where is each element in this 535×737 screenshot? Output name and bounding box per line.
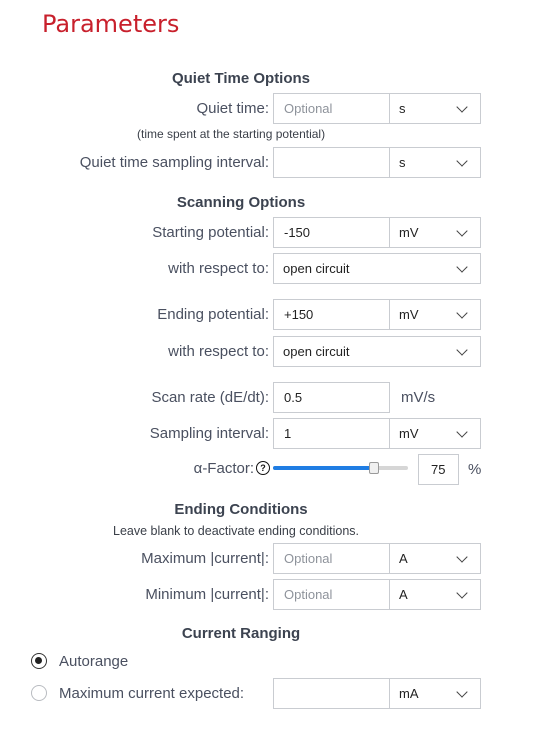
sampling-interval-unit-select[interactable]: mV	[389, 418, 481, 449]
chevron-down-icon	[456, 587, 468, 599]
sampling-interval-label: Sampling interval:	[149, 425, 269, 442]
min-current-unit-select[interactable]: A	[389, 579, 481, 610]
quiet-interval-unit-select[interactable]: s	[389, 147, 481, 178]
quiet-time-label: Quiet time:	[196, 100, 269, 117]
start-reference-value: open circuit	[283, 261, 350, 276]
autorange-radio[interactable]	[31, 653, 47, 669]
page-title: Parameters	[42, 10, 180, 38]
chevron-down-icon	[456, 261, 468, 273]
current-ranging-heading: Current Ranging	[181, 625, 301, 642]
starting-potential-input[interactable]: -150	[273, 217, 390, 248]
alpha-factor-slider-track[interactable]	[273, 466, 408, 470]
max-current-expected-radio[interactable]	[31, 685, 47, 701]
ending-potential-unit-value: mV	[399, 307, 419, 322]
starting-potential-label: Starting potential:	[152, 224, 269, 241]
max-current-unit-select[interactable]: A	[389, 543, 481, 574]
alpha-factor-slider-thumb[interactable]	[369, 462, 380, 474]
scan-rate-input[interactable]: 0.5	[273, 382, 390, 413]
start-reference-select[interactable]: open circuit	[273, 253, 481, 284]
chevron-down-icon	[456, 426, 468, 438]
chevron-down-icon	[456, 101, 468, 113]
sampling-interval-unit-value: mV	[399, 426, 419, 441]
alpha-factor-slider-fill	[273, 466, 375, 470]
max-current-expected-input[interactable]	[273, 678, 390, 709]
chevron-down-icon	[456, 307, 468, 319]
chevron-down-icon	[456, 686, 468, 698]
ending-conditions-note: Leave blank to deactivate ending conditi…	[113, 524, 360, 538]
scanning-heading: Scanning Options	[176, 194, 306, 211]
alpha-factor-label: α-Factor:	[193, 460, 254, 477]
quiet-time-note: (time spent at the starting potential)	[137, 127, 326, 141]
end-reference-value: open circuit	[283, 344, 350, 359]
max-current-expected-unit-select[interactable]: mA	[389, 678, 481, 709]
quiet-interval-unit-value: s	[399, 155, 406, 170]
end-reference-label: with respect to:	[168, 343, 269, 360]
max-current-expected-unit-value: mA	[399, 686, 419, 701]
chevron-down-icon	[456, 551, 468, 563]
quiet-time-unit-value: s	[399, 101, 406, 116]
ending-potential-unit-select[interactable]: mV	[389, 299, 481, 330]
ending-conditions-heading: Ending Conditions	[174, 501, 308, 518]
max-current-expected-label: Maximum current expected:	[59, 685, 245, 702]
max-current-label: Maximum |current|:	[141, 550, 269, 567]
quiet-time-heading: Quiet Time Options	[171, 70, 311, 87]
chevron-down-icon	[456, 155, 468, 167]
end-reference-select[interactable]: open circuit	[273, 336, 481, 367]
starting-potential-unit-select[interactable]: mV	[389, 217, 481, 248]
chevron-down-icon	[456, 344, 468, 356]
scan-rate-label: Scan rate (dE/dt):	[151, 389, 269, 406]
start-reference-label: with respect to:	[168, 260, 269, 277]
help-icon[interactable]: ?	[256, 461, 270, 475]
ending-potential-input[interactable]: +150	[273, 299, 390, 330]
min-current-label: Minimum |current|:	[145, 586, 269, 603]
starting-potential-unit-value: mV	[399, 225, 419, 240]
scan-rate-unit: mV/s	[401, 389, 436, 406]
max-current-input[interactable]: Optional	[273, 543, 390, 574]
quiet-interval-label: Quiet time sampling interval:	[79, 154, 269, 171]
quiet-interval-input[interactable]	[273, 147, 390, 178]
min-current-input[interactable]: Optional	[273, 579, 390, 610]
quiet-time-input[interactable]: Optional	[273, 93, 390, 124]
ending-potential-label: Ending potential:	[157, 306, 269, 323]
chevron-down-icon	[456, 225, 468, 237]
autorange-label: Autorange	[59, 653, 129, 670]
min-current-unit-value: A	[399, 587, 408, 602]
sampling-interval-input[interactable]: 1	[273, 418, 390, 449]
alpha-factor-input[interactable]: 75	[418, 454, 459, 485]
alpha-factor-unit: %	[468, 461, 482, 478]
max-current-unit-value: A	[399, 551, 408, 566]
quiet-time-unit-select[interactable]: s	[389, 93, 481, 124]
